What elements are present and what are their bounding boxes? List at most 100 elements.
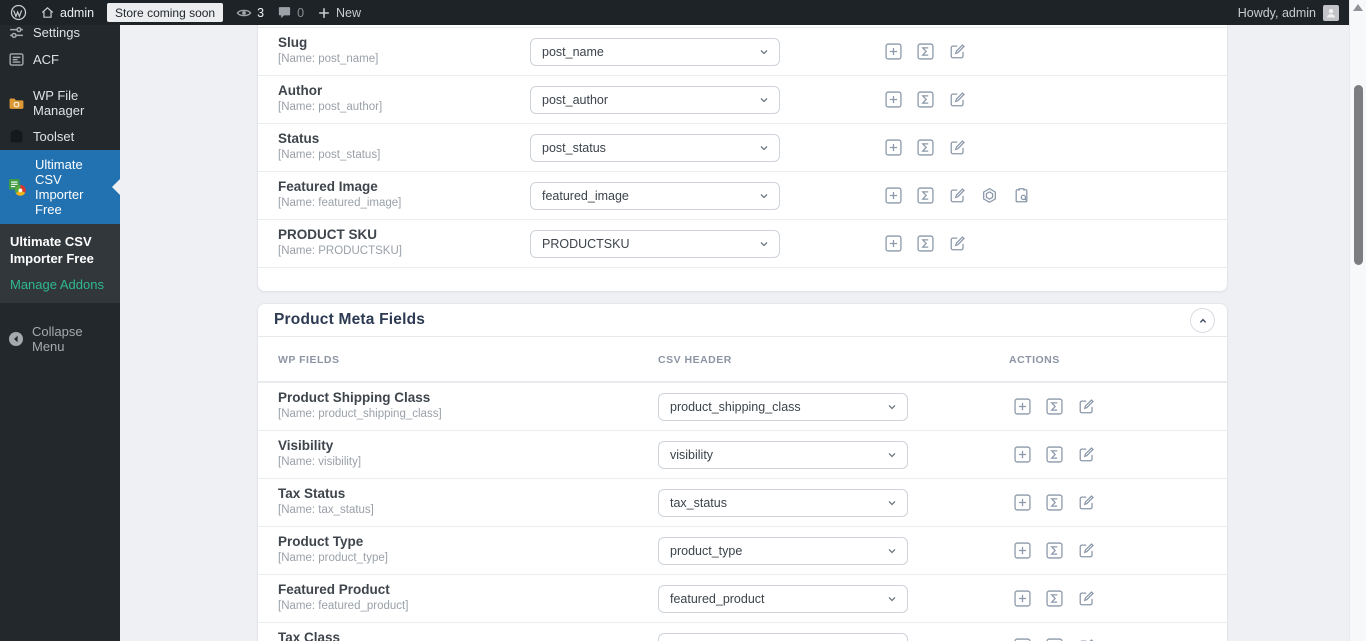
collapse-arrow-icon [9, 332, 23, 346]
scrollbar-thumb[interactable] [1354, 85, 1363, 265]
field-row-tax-class: Tax Class [258, 622, 1227, 641]
edit-button[interactable] [949, 235, 966, 252]
column-header-actions: ACTIONS [1009, 354, 1060, 366]
chevron-down-icon [760, 50, 768, 55]
howdy-text[interactable]: Howdy, admin [1238, 6, 1316, 20]
field-row-product-type: Product Type [Name: product_type] produc… [258, 526, 1227, 574]
acf-icon [9, 53, 24, 66]
add-mapping-button[interactable] [885, 91, 902, 108]
formula-button[interactable] [917, 235, 934, 252]
edit-button[interactable] [949, 187, 966, 204]
csv-header-select[interactable]: post_author [530, 86, 780, 114]
csv-header-select[interactable]: tax_status [658, 489, 908, 517]
sidebar-item-toolset[interactable]: Toolset [0, 123, 120, 150]
edit-button[interactable] [1078, 446, 1095, 463]
add-mapping-button[interactable] [885, 43, 902, 60]
formula-button[interactable] [1046, 494, 1063, 511]
field-label: Featured Product [278, 582, 390, 597]
formula-button[interactable] [1046, 590, 1063, 607]
add-mapping-button[interactable] [1014, 398, 1031, 415]
field-name: [Name: post_author] [278, 101, 383, 113]
eye-count: 3 [257, 5, 265, 20]
csv-header-select[interactable]: post_status [530, 134, 780, 162]
sidebar-item-wp-file-manager[interactable]: WP File Manager [0, 83, 120, 123]
avatar[interactable] [1323, 4, 1339, 21]
field-name: [Name: post_status] [278, 149, 381, 161]
field-row-tax-status: Tax Status [Name: tax_status] tax_status [258, 478, 1227, 526]
wordpress-logo-icon[interactable] [10, 4, 27, 21]
coming-soon-badge[interactable]: Store coming soon [107, 3, 224, 22]
add-mapping-button[interactable] [885, 187, 902, 204]
new-content-menu[interactable]: New [317, 6, 361, 20]
field-row-author: Author [Name: post_author] post_author [258, 75, 1227, 123]
scrollbar-up-arrow[interactable] [1353, 4, 1363, 11]
add-mapping-button[interactable] [1014, 494, 1031, 511]
field-label: Product Shipping Class [278, 390, 431, 405]
csv-header-select[interactable]: product_shipping_class [658, 393, 908, 421]
column-header-csv-header: CSV HEADER [658, 354, 732, 366]
csv-header-select[interactable] [658, 633, 908, 641]
site-name-link[interactable]: admin [40, 5, 94, 20]
field-row-product-shipping-class: Product Shipping Class [Name: product_sh… [258, 382, 1227, 430]
chevron-down-icon [888, 501, 896, 506]
field-label: PRODUCT SKU [278, 227, 378, 242]
section-collapse-button[interactable] [1190, 308, 1215, 333]
edit-button[interactable] [1078, 542, 1095, 559]
collapse-menu-label: Collapse Menu [32, 324, 83, 354]
collapse-menu-button[interactable]: Collapse Menu [0, 319, 120, 359]
formula-button[interactable] [917, 139, 934, 156]
wordpress-admin-page: admin Store coming soon 3 0 New Howdy, a… [0, 0, 1366, 641]
field-label: Visibility [278, 438, 334, 453]
browser-scrollbar[interactable] [1349, 0, 1366, 641]
field-name: [Name: post_name] [278, 53, 379, 65]
formula-button[interactable] [917, 91, 934, 108]
edit-button[interactable] [949, 43, 966, 60]
field-row-featured-image: Featured Image [Name: featured_image] fe… [258, 171, 1227, 219]
visibility-menu[interactable]: 3 [236, 5, 264, 21]
add-mapping-button[interactable] [885, 139, 902, 156]
csv-header-select[interactable]: featured_product [658, 585, 908, 613]
eye-icon [236, 9, 252, 16]
formula-button[interactable] [1046, 398, 1063, 415]
openai-generate-button[interactable] [981, 187, 998, 204]
edit-button[interactable] [1078, 590, 1095, 607]
sidebar-item-ultimate-csv-importer[interactable]: Ultimate CSV Importer Free [0, 150, 120, 224]
edit-button[interactable] [1078, 494, 1095, 511]
sidebar-item-acf[interactable]: ACF [0, 46, 120, 73]
field-name: [Name: featured_image] [278, 197, 402, 209]
field-label: Author [278, 83, 323, 98]
edit-button[interactable] [949, 139, 966, 156]
add-mapping-button[interactable] [1014, 542, 1031, 559]
chevron-down-icon [888, 597, 896, 602]
sidebar-item-label: Settings [33, 25, 80, 40]
chevron-down-icon [760, 146, 768, 151]
new-label: New [336, 5, 362, 20]
formula-button[interactable] [1046, 446, 1063, 463]
add-mapping-button[interactable] [1014, 446, 1031, 463]
sidebar-item-settings[interactable]: Settings [0, 25, 120, 46]
csv-header-select[interactable]: post_name [530, 38, 780, 66]
media-search-button[interactable] [1013, 187, 1030, 204]
formula-button[interactable] [917, 43, 934, 60]
field-label: Tax Status [278, 486, 346, 501]
edit-button[interactable] [949, 91, 966, 108]
chevron-down-icon [760, 242, 768, 247]
edit-button[interactable] [1078, 398, 1095, 415]
clipboard-search-icon [1015, 188, 1028, 203]
field-name: [Name: product_type] [278, 552, 388, 564]
csv-header-select[interactable]: PRODUCTSKU [530, 230, 780, 258]
formula-button[interactable] [917, 187, 934, 204]
submenu-item-manage-addons[interactable]: Manage Addons [10, 277, 110, 292]
field-row-featured-product: Featured Product [Name: featured_product… [258, 574, 1227, 622]
csv-header-select[interactable]: product_type [658, 537, 908, 565]
formula-button[interactable] [1046, 542, 1063, 559]
comments-menu[interactable]: 0 [277, 5, 304, 20]
submenu-item-csv-importer[interactable]: Ultimate CSV Importer Free [10, 233, 110, 267]
field-name: [Name: featured_product] [278, 600, 409, 612]
add-mapping-button[interactable] [885, 235, 902, 252]
csv-header-select[interactable]: visibility [658, 441, 908, 469]
sidebar-item-label: Toolset [33, 129, 75, 144]
csv-header-select[interactable]: featured_image [530, 182, 780, 210]
add-mapping-button[interactable] [1014, 590, 1031, 607]
sidebar-item-label: Ultimate CSV Importer Free [35, 157, 84, 217]
